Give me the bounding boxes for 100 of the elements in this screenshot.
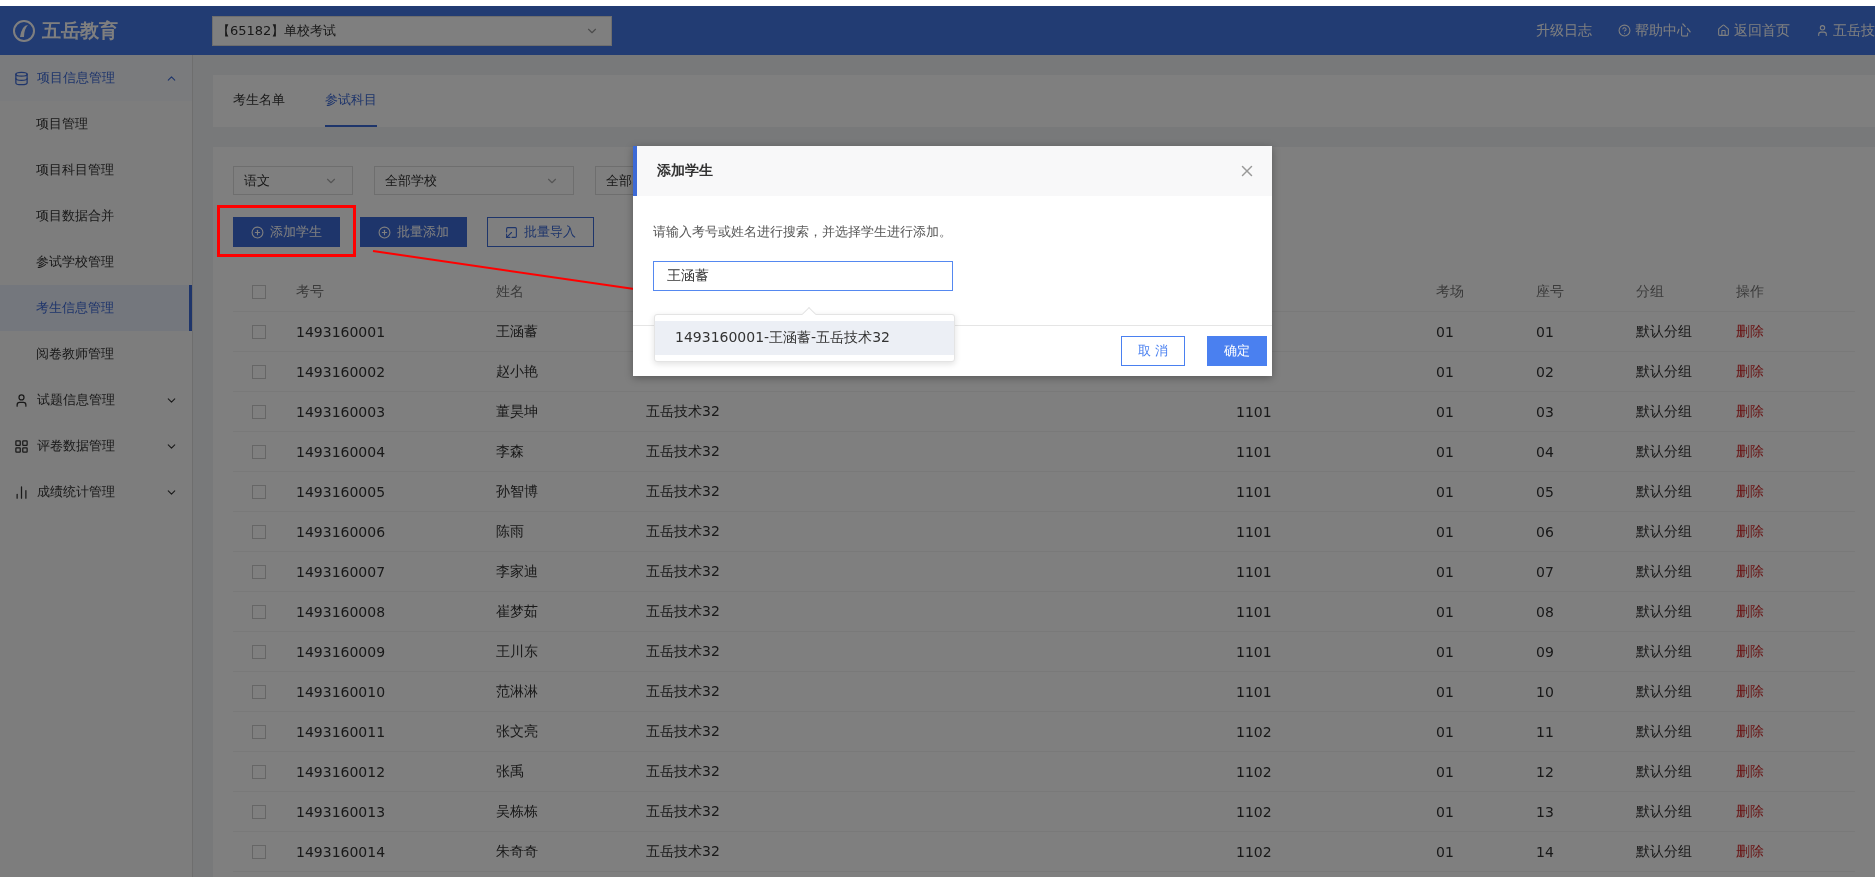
sidebar-group[interactable]: 成绩统计管理 [0, 469, 192, 515]
delete-link[interactable]: 删除 [1736, 562, 1764, 581]
table-cell-text: 五岳技术32 [646, 642, 721, 661]
table-cell-text: 1101 [1236, 683, 1273, 700]
action-button[interactable]: 添加学生 [233, 217, 340, 247]
table-cell-text: 1493160004 [296, 443, 387, 460]
top-link[interactable]: 帮助中心 [1618, 21, 1691, 40]
table-cell-text: 01 [1436, 843, 1455, 860]
table-cell-text: 1493160003 [296, 403, 387, 420]
sidebar-item[interactable]: 项目数据合并 [0, 193, 192, 239]
table-cell-text: 董昊坤 [496, 402, 539, 421]
table-cell-text: 14 [1536, 843, 1555, 860]
delete-link[interactable]: 删除 [1736, 482, 1764, 501]
table-cell-text: 朱奇奇 [496, 842, 539, 861]
sidebar-item[interactable]: 考生信息管理 [0, 285, 192, 331]
table-cell-text: 五岳技术32 [646, 802, 721, 821]
filter-select[interactable]: 语文 [233, 166, 353, 195]
table-cell-text: 1493160001 [296, 323, 387, 340]
sidebar-item[interactable]: 阅卷教师管理 [0, 331, 192, 377]
table-cell-text: 02 [1536, 363, 1555, 380]
column-header: 考号 [296, 282, 325, 301]
delete-link[interactable]: 删除 [1736, 842, 1764, 861]
table-cell-text: 03 [1536, 403, 1555, 420]
table-cell-text: 09 [1536, 643, 1555, 660]
top-link[interactable]: 升级日志 [1536, 21, 1592, 40]
sidebar-item[interactable]: 项目科目管理 [0, 147, 192, 193]
table-cell-text: 默认分组 [1636, 682, 1693, 701]
table-cell-text: 01 [1436, 403, 1455, 420]
table-cell-text: 08 [1536, 603, 1555, 620]
delete-link[interactable]: 删除 [1736, 442, 1764, 461]
table-cell-text: 1102 [1236, 803, 1273, 820]
delete-link[interactable]: 删除 [1736, 642, 1764, 661]
table-cell-text: 01 [1436, 363, 1455, 380]
table-cell-text: 五岳技术32 [646, 722, 721, 741]
table-cell-text: 1493160013 [296, 803, 387, 820]
search-field[interactable]: 王涵蓄 [653, 261, 953, 291]
action-button[interactable]: 批量添加 [360, 217, 467, 247]
delete-link[interactable]: 删除 [1736, 722, 1764, 741]
table-cell-text: 1102 [1236, 843, 1273, 860]
table-cell-text: 1493160010 [296, 683, 387, 700]
table-cell-text: 04 [1536, 443, 1555, 460]
delete-link[interactable]: 删除 [1736, 762, 1764, 781]
table-cell-text: 11 [1536, 723, 1555, 740]
table-cell-text: 默认分组 [1636, 842, 1693, 861]
tab[interactable]: 考生名单 [233, 75, 285, 127]
table-cell-text: 默认分组 [1636, 442, 1693, 461]
delete-link[interactable]: 删除 [1736, 602, 1764, 621]
table-cell-text: 张文亮 [496, 722, 539, 741]
table-cell-text: 1101 [1236, 483, 1273, 500]
top-link[interactable]: 五岳技 [1816, 21, 1875, 40]
delete-link[interactable]: 删除 [1736, 522, 1764, 541]
sidebar-item[interactable]: 参试学校管理 [0, 239, 192, 285]
table-cell-text: 1493160008 [296, 603, 387, 620]
table-cell-text: 13 [1536, 803, 1555, 820]
delete-link[interactable]: 删除 [1736, 402, 1764, 421]
action-button[interactable]: 批量导入 [487, 217, 594, 247]
table-cell-text: 五岳技术32 [646, 682, 721, 701]
cancel-button[interactable]: 取 消 [1121, 336, 1185, 366]
table-cell-text: 默认分组 [1636, 642, 1693, 661]
table-cell-text: 1493160005 [296, 483, 387, 500]
delete-link[interactable]: 删除 [1736, 682, 1764, 701]
confirm-button[interactable]: 确定 [1207, 336, 1267, 366]
tab[interactable]: 参试科目 [325, 75, 377, 127]
table-cell-text: 张禹 [496, 762, 525, 781]
table-cell-text: 1493160011 [296, 723, 387, 740]
table-cell-text: 01 [1436, 483, 1455, 500]
table-cell-text: 01 [1436, 803, 1455, 820]
table-cell-text: 05 [1536, 483, 1555, 500]
table-cell-text: 默认分组 [1636, 722, 1693, 741]
table-cell-text: 默认分组 [1636, 402, 1693, 421]
delete-link[interactable]: 删除 [1736, 802, 1764, 821]
table-cell-text: 王涵蓄 [496, 322, 539, 341]
table-cell-text: 默认分组 [1636, 362, 1693, 381]
filter-select[interactable]: 全部学校 [374, 166, 574, 195]
table-cell-text: 默认分组 [1636, 322, 1693, 341]
table-cell-text: 五岳技术32 [646, 522, 721, 541]
table-cell-text: 吴栋栋 [496, 802, 539, 821]
table-cell-text: 默认分组 [1636, 562, 1693, 581]
sidebar-group[interactable]: 评卷数据管理 [0, 423, 192, 469]
table-cell-text: 李家迪 [496, 562, 539, 581]
table-cell-text: 五岳技术32 [646, 602, 721, 621]
suggestion-item[interactable]: 1493160001-王涵蓄-五岳技术32 [655, 321, 954, 355]
table-cell-text: 1101 [1236, 643, 1273, 660]
delete-link[interactable]: 删除 [1736, 322, 1764, 341]
sidebar-item[interactable]: 项目管理 [0, 101, 192, 147]
table-cell-text: 1493160012 [296, 763, 387, 780]
table-cell-text: 01 [1436, 683, 1455, 700]
top-link[interactable]: 返回首页 [1717, 21, 1790, 40]
column-header: 分组 [1636, 282, 1665, 301]
table-cell-text: 06 [1536, 523, 1555, 540]
table-cell-text: 1101 [1236, 403, 1273, 420]
dialog-title: 添加学生 [657, 162, 714, 180]
table-cell-text: 默认分组 [1636, 602, 1693, 621]
table-cell-text: 赵小艳 [496, 362, 539, 381]
sidebar-group[interactable]: 试题信息管理 [0, 377, 192, 423]
table-cell-text: 1101 [1236, 523, 1273, 540]
table-cell-text: 五岳技术32 [646, 482, 721, 501]
project-select[interactable]: 【65182】单校考试 [212, 15, 612, 46]
delete-link[interactable]: 删除 [1736, 362, 1764, 381]
table-cell-text: 01 [1436, 323, 1455, 340]
